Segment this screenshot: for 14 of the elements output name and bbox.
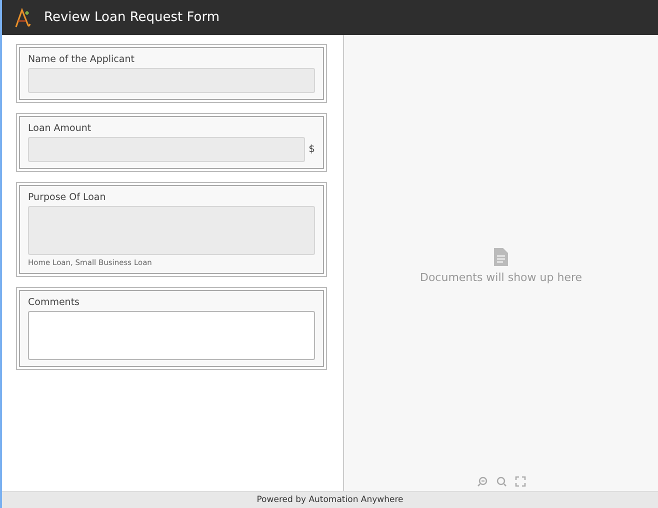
field-label: Purpose Of Loan [28,192,107,203]
field-label: Name of the Applicant [28,54,136,65]
field-label: Comments [28,297,80,308]
fullscreen-icon[interactable] [514,476,526,487]
text-area[interactable] [28,311,315,360]
window-title: Review Loan Request Form [44,10,220,25]
zoom-in-icon[interactable] [496,476,506,487]
field-label: Loan Amount [28,123,92,134]
status-text: Powered by Automation Anywhere [256,495,404,505]
document-icon [492,247,509,267]
currency-suffix: $ [308,144,315,155]
empty-message: Documents will show up here [420,271,582,284]
zoom-out-icon[interactable] [476,476,488,487]
logo-icon [14,8,32,28]
